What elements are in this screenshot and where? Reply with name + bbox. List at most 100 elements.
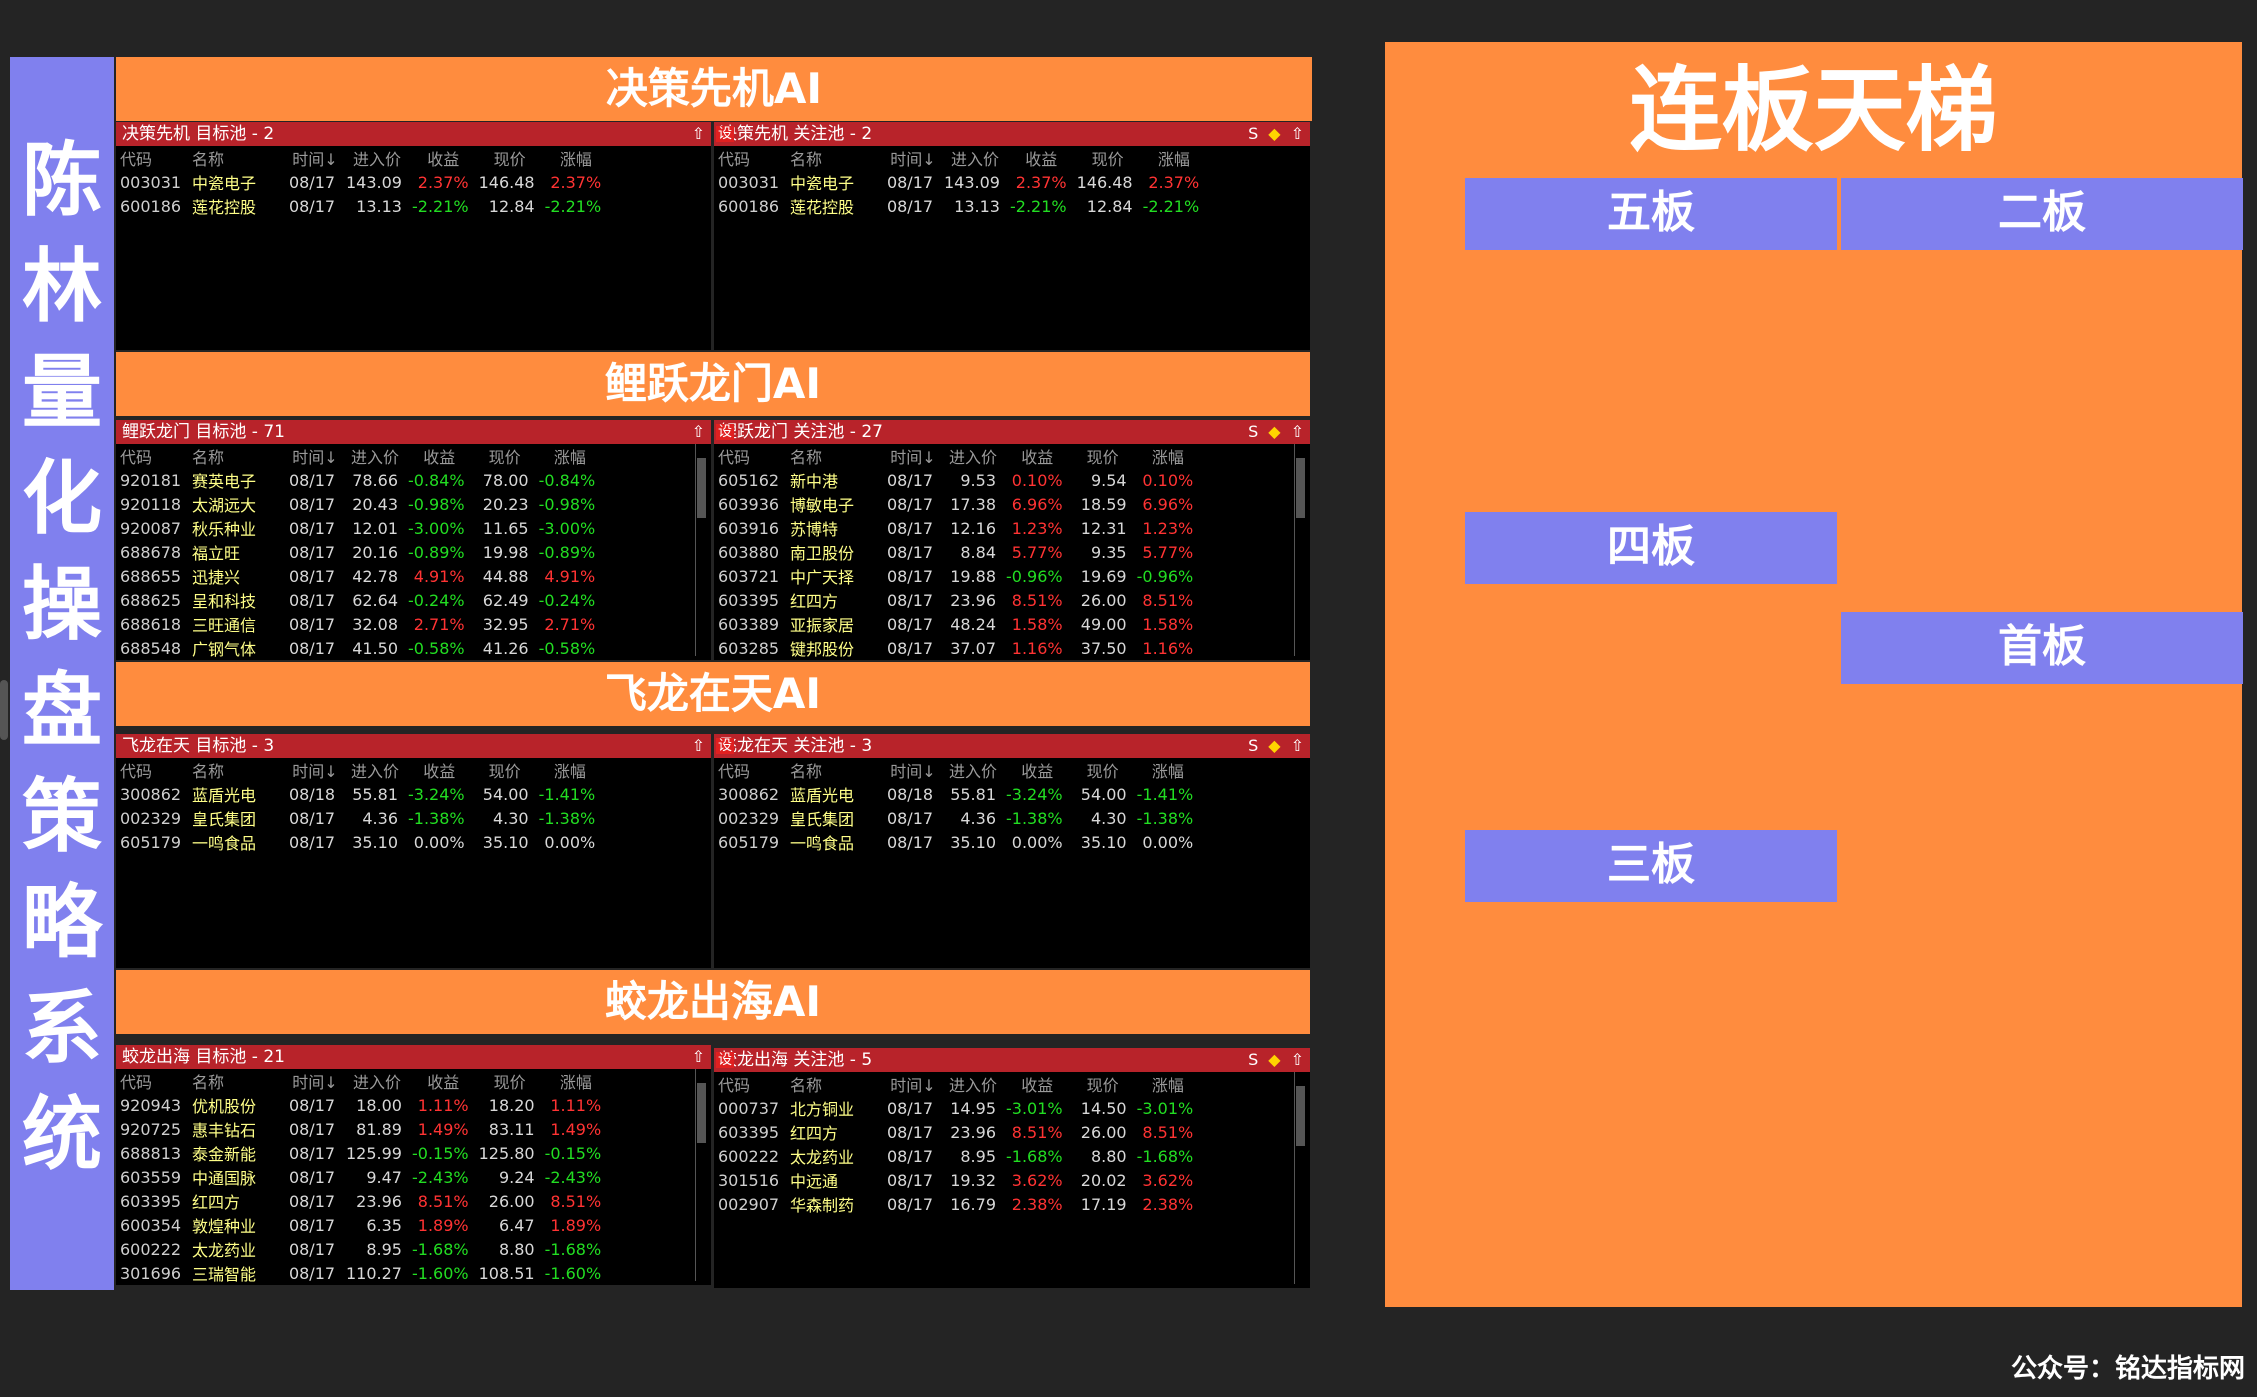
column-header[interactable]: 收益 xyxy=(1002,758,1069,782)
table-row[interactable]: 600354 敦煌种业 08/17 6.35 1.89% 6.47 1.89% xyxy=(116,1213,607,1237)
panel-header[interactable]: 飞龙在天 目标池 - 3 ⇧ xyxy=(116,734,711,758)
pin-up-icon[interactable]: ⇧ xyxy=(1291,734,1304,758)
column-header[interactable]: 涨幅 xyxy=(541,1069,608,1093)
column-header[interactable]: 时间↓ xyxy=(284,444,342,468)
panel-header[interactable]: 鲤跃龙门 目标池 - 71 ⇧ xyxy=(116,420,711,444)
table-row[interactable]: 301696 三瑞智能 08/17 110.27 -1.60% 108.51 -1.60% xyxy=(116,1261,607,1285)
table-row[interactable]: 002329 皇氏集团 08/17 4.36 -1.38% 4.30 -1.38% xyxy=(714,806,1199,830)
column-header[interactable]: 名称 xyxy=(786,146,882,170)
column-header[interactable]: 收益 xyxy=(408,1069,475,1093)
column-header[interactable]: 涨幅 xyxy=(535,444,602,468)
column-header[interactable]: 涨幅 xyxy=(541,146,608,170)
column-header[interactable]: 涨幅 xyxy=(1139,146,1206,170)
table-row[interactable]: 002329 皇氏集团 08/17 4.36 -1.38% 4.30 -1.38% xyxy=(116,806,601,830)
column-header[interactable]: 时间↓ xyxy=(882,758,940,782)
diamond-icon[interactable]: ◆ xyxy=(1268,420,1280,444)
table-row[interactable]: 688678 福立旺 08/17 20.16 -0.89% 19.98 -0.89% xyxy=(116,540,601,564)
table-row[interactable]: 688625 呈和科技 08/17 62.64 -0.24% 62.49 -0.24% xyxy=(116,588,601,612)
column-header[interactable]: 涨幅 xyxy=(535,758,602,782)
table-row[interactable]: 300862 蓝盾光电 08/18 55.81 -3.24% 54.00 -1.41% xyxy=(116,782,601,806)
table-row[interactable]: 920118 太湖远大 08/17 20.43 -0.98% 20.23 -0.98% xyxy=(116,492,601,516)
column-header[interactable]: 进入价 xyxy=(940,1072,1002,1096)
table-row[interactable]: 603721 中广天择 08/17 19.88 -0.96% 19.69 -0.96% xyxy=(714,564,1199,588)
column-header[interactable]: 进入价 xyxy=(342,758,404,782)
column-header[interactable]: 名称 xyxy=(188,444,284,468)
column-header[interactable]: 时间↓ xyxy=(882,146,940,170)
column-header[interactable]: 进入价 xyxy=(940,146,1006,170)
table-row[interactable]: 003031 中瓷电子 08/17 143.09 2.37% 146.48 2.37% xyxy=(116,170,607,194)
pin-up-icon[interactable]: ⇧ xyxy=(692,420,705,444)
column-header[interactable]: 时间↓ xyxy=(882,1072,940,1096)
column-header[interactable]: 进入价 xyxy=(940,758,1002,782)
table-row[interactable]: 688548 广钢气体 08/17 41.50 -0.58% 41.26 -0.58% xyxy=(116,636,601,660)
pin-up-icon[interactable]: ⇧ xyxy=(1291,1048,1304,1072)
settings-tag-icon[interactable]: 设 xyxy=(716,738,734,754)
column-header[interactable]: 现价 xyxy=(1073,146,1139,170)
column-header[interactable]: 代码 xyxy=(714,146,786,170)
table-row[interactable]: 301516 中远通 08/17 19.32 3.62% 20.02 3.62% xyxy=(714,1168,1199,1192)
table-row[interactable]: 603389 亚振家居 08/17 48.24 1.58% 49.00 1.58% xyxy=(714,612,1199,636)
column-header[interactable]: 时间↓ xyxy=(284,758,342,782)
pin-up-icon[interactable]: ⇧ xyxy=(1291,420,1304,444)
table-row[interactable]: 920087 秋乐种业 08/17 12.01 -3.00% 11.65 -3.00% xyxy=(116,516,601,540)
settings-tag-icon[interactable]: 设 xyxy=(716,1052,734,1068)
pin-up-icon[interactable]: ⇧ xyxy=(692,122,705,146)
column-header[interactable]: 进入价 xyxy=(342,1069,408,1093)
column-header[interactable]: 现价 xyxy=(1069,444,1133,468)
table-row[interactable]: 603285 键邦股份 08/17 37.07 1.16% 37.50 1.16% xyxy=(714,636,1199,660)
column-header[interactable]: 名称 xyxy=(786,444,882,468)
panel-header[interactable]: 决策先机 目标池 - 2 ⇧ xyxy=(116,122,711,146)
settings-tag-icon[interactable]: 设 xyxy=(716,126,734,142)
table-row[interactable]: 603559 中通国脉 08/17 9.47 -2.43% 9.24 -2.43% xyxy=(116,1165,607,1189)
table-row[interactable]: 003031 中瓷电子 08/17 143.09 2.37% 146.48 2.37% xyxy=(714,170,1205,194)
column-header[interactable]: 收益 xyxy=(408,146,475,170)
column-header[interactable]: 涨幅 xyxy=(1133,1072,1200,1096)
scrollbar-thumb[interactable] xyxy=(697,1083,706,1143)
column-header[interactable]: 名称 xyxy=(188,146,284,170)
column-header[interactable]: 进入价 xyxy=(342,146,408,170)
table-row[interactable]: 603936 博敏电子 08/17 17.38 6.96% 18.59 6.96% xyxy=(714,492,1199,516)
scrollbar-thumb[interactable] xyxy=(1296,1086,1305,1146)
table-row[interactable]: 603916 苏博特 08/17 12.16 1.23% 12.31 1.23% xyxy=(714,516,1199,540)
table-row[interactable]: 600186 莲花控股 08/17 13.13 -2.21% 12.84 -2.21% xyxy=(116,194,607,218)
table-row[interactable]: 605162 新中港 08/17 9.53 0.10% 9.54 0.10% xyxy=(714,468,1199,492)
pin-up-icon[interactable]: ⇧ xyxy=(1291,122,1304,146)
column-header[interactable]: 收益 xyxy=(1002,444,1069,468)
column-header[interactable]: 时间↓ xyxy=(284,1069,342,1093)
table-row[interactable]: 603395 红四方 08/17 23.96 8.51% 26.00 8.51% xyxy=(714,1120,1199,1144)
column-header[interactable]: 名称 xyxy=(786,1072,882,1096)
sort-s-icon[interactable]: S xyxy=(1248,122,1258,146)
column-header[interactable]: 时间↓ xyxy=(882,444,940,468)
table-row[interactable]: 920181 赛英电子 08/17 78.66 -0.84% 78.00 -0.84% xyxy=(116,468,601,492)
table-row[interactable]: 688655 迅捷兴 08/17 42.78 4.91% 44.88 4.91% xyxy=(116,564,601,588)
column-header[interactable]: 收益 xyxy=(1006,146,1073,170)
scrollbar[interactable] xyxy=(695,1069,707,1281)
table-row[interactable]: 600222 太龙药业 08/17 8.95 -1.68% 8.80 -1.68% xyxy=(714,1144,1199,1168)
table-row[interactable]: 603880 南卫股份 08/17 8.84 5.77% 9.35 5.77% xyxy=(714,540,1199,564)
table-row[interactable]: 688618 三旺通信 08/17 32.08 2.71% 32.95 2.71% xyxy=(116,612,601,636)
column-header[interactable]: 现价 xyxy=(475,1069,541,1093)
panel-header[interactable]: 蛟龙出海 目标池 - 21 ⇧ xyxy=(116,1045,711,1069)
diamond-icon[interactable]: ◆ xyxy=(1268,1048,1280,1072)
column-header[interactable]: 进入价 xyxy=(940,444,1002,468)
column-header[interactable]: 收益 xyxy=(1002,1072,1069,1096)
panel-header[interactable]: 飞龙在天 关注池 - 3 设 S ◆ ⇧ xyxy=(714,734,1310,758)
scrollbar[interactable] xyxy=(1294,444,1306,656)
pin-up-icon[interactable]: ⇧ xyxy=(692,734,705,758)
column-header[interactable]: 代码 xyxy=(714,444,786,468)
column-header[interactable]: 名称 xyxy=(786,758,882,782)
table-row[interactable]: 000737 北方铜业 08/17 14.95 -3.01% 14.50 -3.01% xyxy=(714,1096,1199,1120)
column-header[interactable]: 名称 xyxy=(188,758,284,782)
table-row[interactable]: 920725 惠丰钻石 08/17 81.89 1.49% 83.11 1.49% xyxy=(116,1117,607,1141)
table-row[interactable]: 603395 红四方 08/17 23.96 8.51% 26.00 8.51% xyxy=(714,588,1199,612)
column-header[interactable]: 涨幅 xyxy=(1133,758,1200,782)
column-header[interactable]: 现价 xyxy=(475,146,541,170)
sort-s-icon[interactable]: S xyxy=(1248,420,1258,444)
column-header[interactable]: 现价 xyxy=(471,444,535,468)
table-row[interactable]: 603395 红四方 08/17 23.96 8.51% 26.00 8.51% xyxy=(116,1189,607,1213)
column-header[interactable]: 现价 xyxy=(1069,1072,1133,1096)
table-row[interactable]: 600186 莲花控股 08/17 13.13 -2.21% 12.84 -2.21% xyxy=(714,194,1205,218)
scrollbar-thumb[interactable] xyxy=(1296,458,1305,518)
scrollbar-thumb[interactable] xyxy=(697,458,706,518)
table-row[interactable]: 600222 太龙药业 08/17 8.95 -1.68% 8.80 -1.68% xyxy=(116,1237,607,1261)
